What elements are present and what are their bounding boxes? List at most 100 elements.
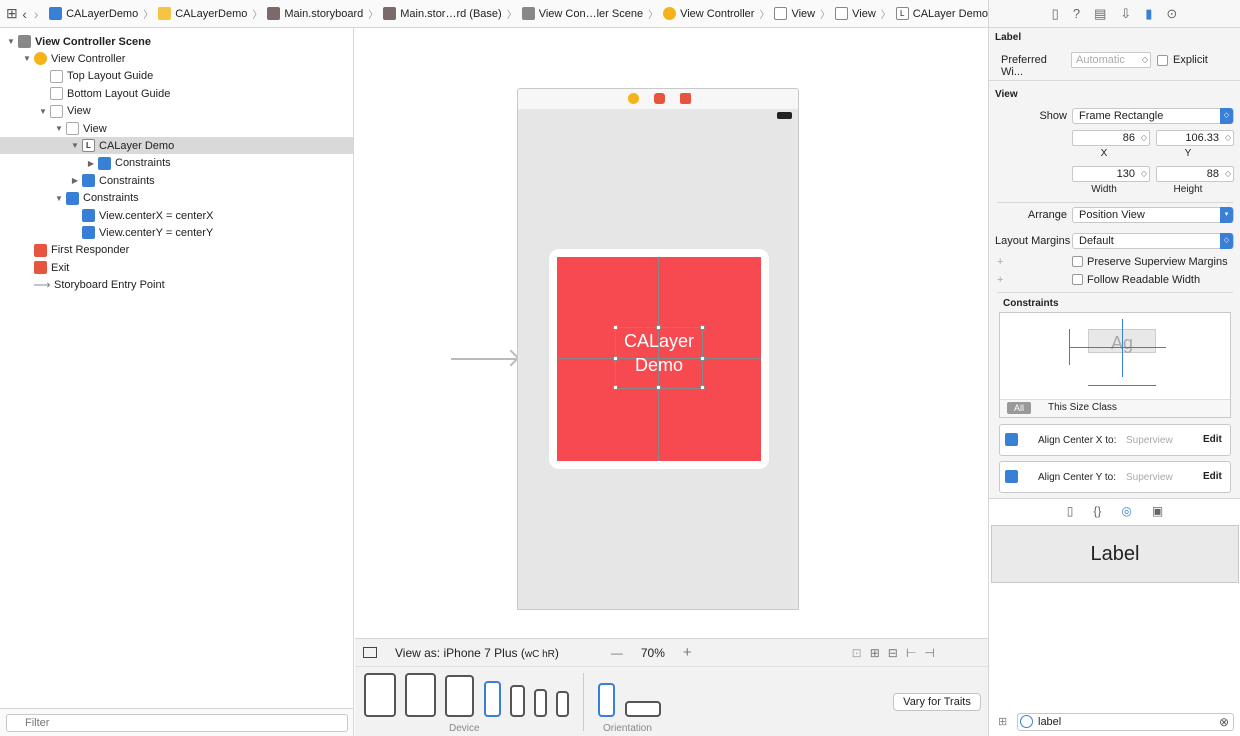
landscape-orientation[interactable]	[625, 701, 661, 717]
toggle-outline-icon[interactable]	[363, 647, 377, 658]
disclosure-collapsed-icon[interactable]: ▶	[86, 159, 96, 168]
outline-row[interactable]: First Responder	[0, 242, 353, 259]
center-y-constraint[interactable]: Align Center Y to: Superview Edit	[999, 461, 1231, 493]
disclosure-expanded-icon[interactable]: ▼	[38, 107, 48, 116]
y-field[interactable]: 106.33 ◇	[1156, 130, 1234, 146]
iphone-7-plus-device[interactable]	[484, 681, 501, 717]
grid-view-icon[interactable]: ⊞	[998, 715, 1007, 728]
breadcrumb-scene[interactable]: View Con…ler Scene 〉	[521, 6, 663, 21]
outline-row[interactable]: ▼ View Controller	[0, 50, 353, 67]
stepper-icon[interactable]: ◇	[1141, 167, 1147, 181]
code-snippet-icon[interactable]: {}	[1093, 504, 1101, 518]
center-x-constraint[interactable]: Align Center X to: Superview Edit	[999, 424, 1231, 456]
explicit-checkbox[interactable]	[1157, 55, 1168, 66]
outline-row[interactable]: Bottom Layout Guide	[0, 85, 353, 102]
iphone-se-device[interactable]	[534, 689, 547, 717]
resize-handle[interactable]	[656, 325, 661, 330]
connections-inspector-icon[interactable]: ⊙	[1166, 6, 1177, 22]
outline-row[interactable]: ▶ Constraints	[0, 155, 353, 172]
outline-row[interactable]: ▼ View	[0, 103, 353, 120]
preserve-margins-checkbox[interactable]	[1072, 256, 1083, 267]
outline-row[interactable]: ▼ View Controller Scene	[0, 33, 353, 50]
vary-for-traits-button[interactable]: Vary for Traits	[893, 693, 981, 711]
breadcrumb-project[interactable]: CALayerDemo 〉	[49, 6, 158, 21]
library-label-item[interactable]: Label	[991, 525, 1239, 583]
edit-button[interactable]: Edit	[1203, 471, 1222, 482]
ipad-pro-10-device[interactable]	[405, 673, 436, 717]
outline-row[interactable]: Top Layout Guide	[0, 68, 353, 85]
stepper-icon[interactable]: ◇	[1225, 167, 1231, 181]
iphone-scene-view[interactable]: CALayer Demo	[517, 109, 799, 610]
disclosure-expanded-icon[interactable]: ▼	[22, 54, 32, 63]
calayer-view[interactable]: CALayer Demo	[557, 257, 761, 461]
file-template-icon[interactable]: ▯	[1067, 504, 1074, 518]
resolve-issues-icon[interactable]: ⊣	[924, 646, 934, 660]
preferred-width-field[interactable]: Automatic ◇	[1071, 52, 1151, 68]
breadcrumb-view-controller[interactable]: View Controller 〉	[663, 6, 774, 21]
resize-handle[interactable]	[613, 385, 618, 390]
outline-row[interactable]: ▼ Constraints	[0, 190, 353, 207]
disclosure-collapsed-icon[interactable]: ▶	[70, 176, 80, 185]
iphone-4s-device[interactable]	[556, 691, 569, 717]
x-field[interactable]: 86 ◇	[1072, 130, 1150, 146]
all-tab[interactable]: All	[1007, 402, 1031, 414]
width-field[interactable]: 130 ◇	[1072, 166, 1150, 182]
resize-handle[interactable]	[613, 356, 618, 361]
layout-margins-popup[interactable]: Default ◇	[1072, 233, 1234, 249]
resize-handle[interactable]	[700, 325, 705, 330]
breadcrumb-storyboard-base[interactable]: Main.stor…rd (Base) 〉	[383, 6, 521, 21]
quick-help-icon[interactable]: ?	[1073, 6, 1080, 21]
file-inspector-icon[interactable]: ▯	[1052, 6, 1059, 22]
resize-handle[interactable]	[613, 325, 618, 330]
view-as-label[interactable]: View as: iPhone 7 Plus (wC hR)	[395, 646, 559, 660]
disclosure-expanded-icon[interactable]: ▼	[54, 194, 64, 203]
outline-row[interactable]: View.centerX = centerX	[0, 207, 353, 224]
resize-handle[interactable]	[656, 385, 661, 390]
outline-filter-input[interactable]	[6, 714, 348, 732]
stepper-icon[interactable]: ◇	[1142, 53, 1148, 67]
add-trait-icon[interactable]: +	[997, 256, 1003, 268]
ipad-pro-12-device[interactable]	[364, 673, 396, 717]
height-field[interactable]: 88 ◇	[1156, 166, 1234, 182]
outline-row[interactable]: ⟶ Storyboard Entry Point	[0, 277, 353, 294]
exit-icon[interactable]	[680, 93, 691, 104]
stepper-icon[interactable]: ◇	[1141, 131, 1147, 145]
disclosure-expanded-icon[interactable]: ▼	[54, 124, 64, 133]
resize-handle[interactable]	[700, 385, 705, 390]
disclosure-expanded-icon[interactable]: ▼	[70, 141, 80, 150]
zoom-out-button[interactable]: —	[611, 646, 623, 660]
ipad-device[interactable]	[445, 675, 474, 717]
add-trait-icon[interactable]: +	[997, 274, 1003, 286]
outline-row[interactable]: ▶ Constraints	[0, 172, 353, 189]
stepper-icon[interactable]: ◇	[1225, 131, 1231, 145]
outline-row[interactable]: View.centerY = centerY	[0, 224, 353, 241]
show-popup[interactable]: Frame Rectangle ◇	[1072, 108, 1234, 124]
clear-search-icon[interactable]: ⊗	[1219, 715, 1229, 729]
arrange-popup[interactable]: Position View ▾	[1072, 207, 1234, 223]
edit-button[interactable]: Edit	[1203, 434, 1222, 445]
forward-button[interactable]: ›	[31, 5, 41, 23]
outline-row[interactable]: Exit	[0, 259, 353, 276]
object-library-icon[interactable]: ◎	[1121, 504, 1131, 518]
portrait-orientation[interactable]	[598, 683, 615, 717]
size-inspector-icon[interactable]: ▮	[1145, 6, 1152, 22]
pin-icon[interactable]: ⊢	[906, 646, 916, 660]
related-items-icon[interactable]: ⊞	[6, 5, 18, 23]
library-filter-input[interactable]: label	[1017, 713, 1234, 731]
breadcrumb-view[interactable]: View 〉	[774, 6, 835, 21]
update-frames-icon[interactable]: ⊡	[852, 646, 862, 660]
stack-icon[interactable]: ⊞	[870, 646, 880, 660]
back-button[interactable]: ‹	[20, 5, 30, 23]
breadcrumb-storyboard[interactable]: Main.storyboard 〉	[267, 6, 383, 21]
breadcrumb-view-2[interactable]: View 〉	[835, 6, 896, 21]
zoom-in-button[interactable]: +	[683, 644, 692, 661]
resize-handle[interactable]	[700, 356, 705, 361]
disclosure-expanded-icon[interactable]: ▼	[6, 37, 16, 46]
attributes-inspector-icon[interactable]: ⇩	[1120, 6, 1131, 22]
iphone-7-device[interactable]	[510, 685, 525, 717]
media-library-icon[interactable]: ▣	[1152, 504, 1163, 518]
breadcrumb-folder[interactable]: CALayerDemo 〉	[158, 6, 267, 21]
readable-width-checkbox[interactable]	[1072, 274, 1083, 285]
breadcrumb-label-item[interactable]: L CALayer Demo	[895, 7, 988, 20]
align-icon[interactable]: ⊟	[888, 646, 898, 660]
